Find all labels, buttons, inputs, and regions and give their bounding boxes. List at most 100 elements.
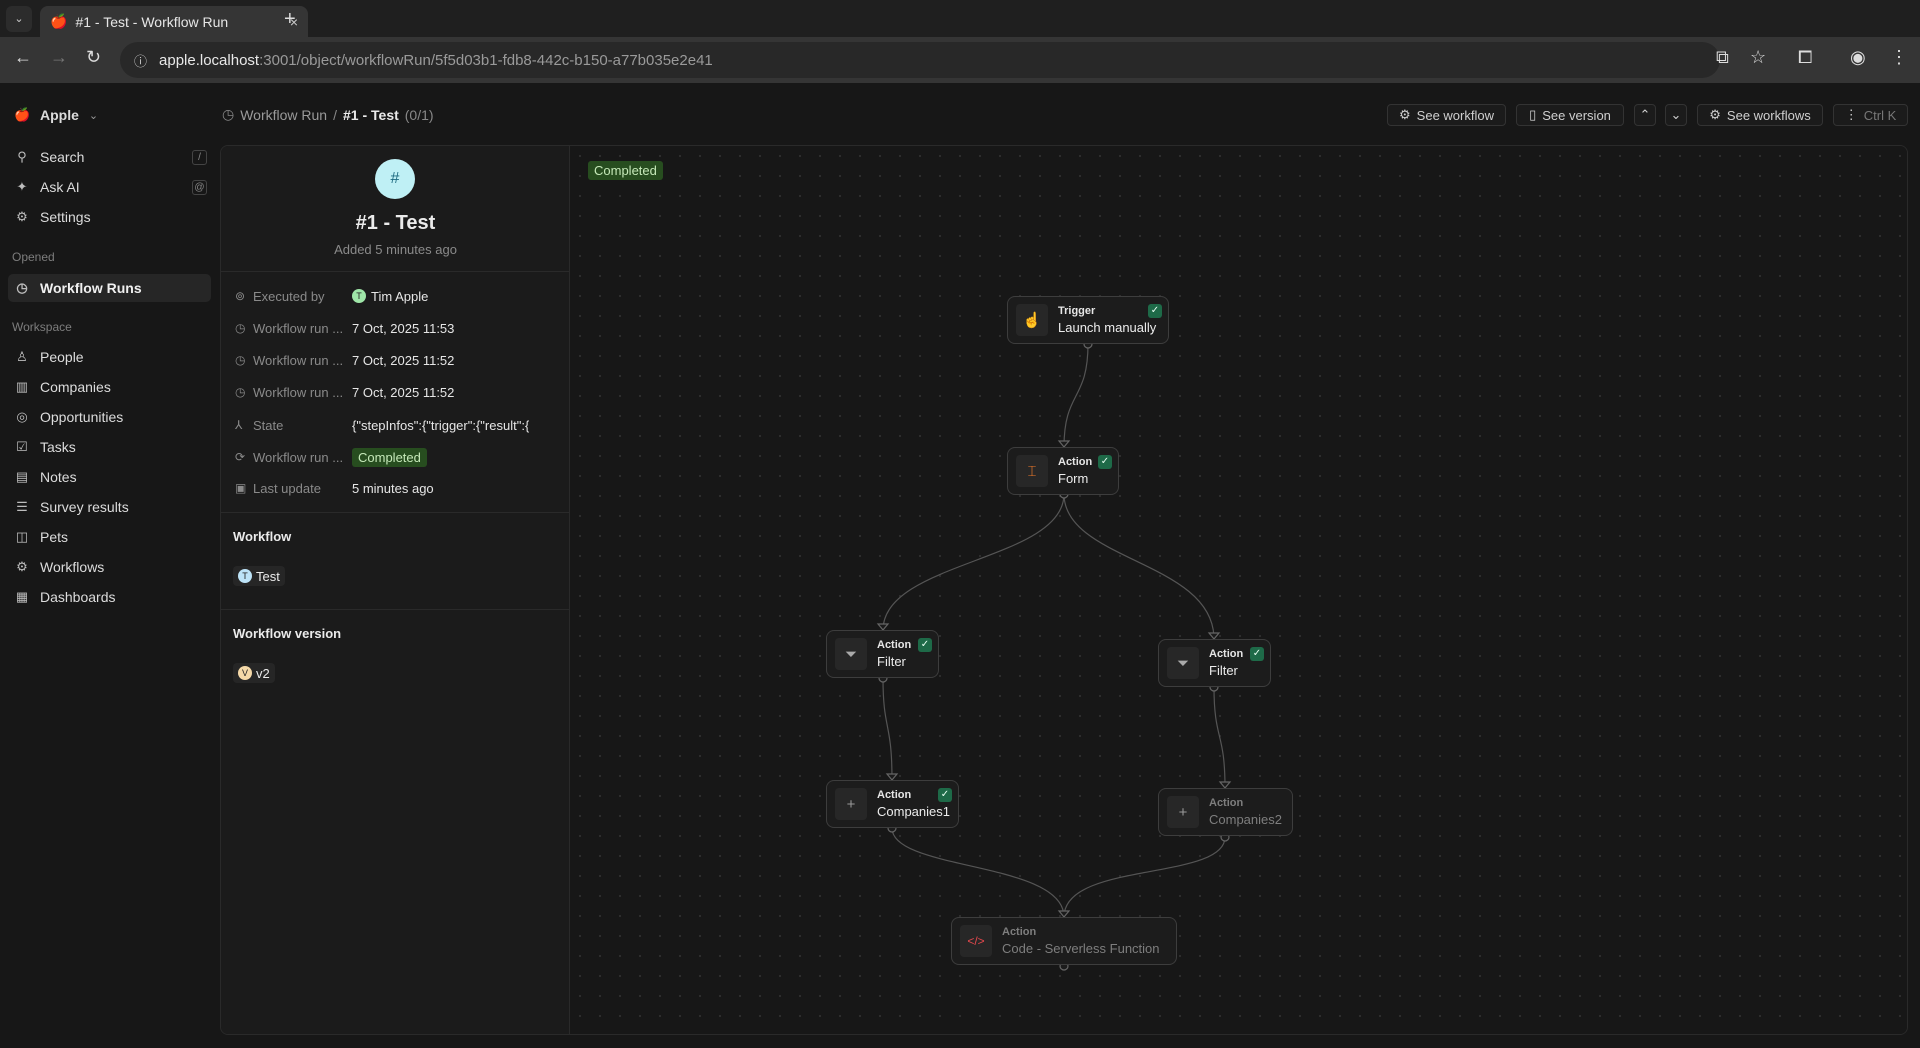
workflow-node-code[interactable]: </> Action Code - Serverless Function: [951, 917, 1177, 965]
history-icon: ◷: [222, 106, 235, 122]
sidebar-item-dashboards[interactable]: ▦ Dashboards: [8, 583, 211, 611]
workflow-node-companies2[interactable]: + Action Companies2: [1158, 788, 1293, 836]
settings-automation-icon: ⚙: [16, 559, 28, 574]
ask-ai-shortcut: @: [192, 179, 207, 195]
sidebar-search[interactable]: ⚲ Search /: [8, 143, 211, 171]
previous-record-button[interactable]: ⌃: [1634, 104, 1656, 126]
workflow-node-filter-2[interactable]: ⏷ Action Filter ✓: [1158, 639, 1271, 687]
node-type: Trigger: [1058, 305, 1096, 317]
workspace-name: Apple: [40, 107, 79, 123]
calendar-clock-icon: ▣: [235, 481, 247, 495]
sidebar-item-workflows[interactable]: ⚙ Workflows: [8, 553, 211, 581]
see-workflows-button[interactable]: ⚙ See workflows: [1697, 104, 1823, 126]
breadcrumb-parent-link[interactable]: Workflow Run: [240, 107, 327, 123]
sidebar-item-pets[interactable]: ◫ Pets: [8, 523, 211, 551]
search-shortcut: /: [192, 149, 207, 165]
sidebar-item-tasks[interactable]: ☑ Tasks: [8, 433, 211, 461]
form-icon: ⌶: [1016, 455, 1048, 487]
field-last-update[interactable]: ▣ Last update 5 minutes ago: [235, 476, 565, 500]
field-value: Tim Apple: [371, 288, 429, 304]
field-value: {"stepInfos":{"trigger":{"result":{: [352, 417, 530, 433]
target-icon: ◎: [16, 409, 28, 424]
sidebar-item-companies[interactable]: ▥ Companies: [8, 373, 211, 401]
browser-tab-bar: ⌄ 🍎 #1 - Test - Workflow Run × +: [0, 0, 1920, 37]
status-badge: Completed: [352, 447, 427, 467]
more-options-button[interactable]: ⋮ Ctrl K: [1833, 104, 1908, 126]
sidebar-item-workflow-runs[interactable]: ◷ Workflow Runs: [8, 274, 211, 302]
sparkles-icon: ✦: [16, 179, 28, 194]
see-version-button[interactable]: ▯ See version: [1516, 104, 1624, 126]
next-record-button[interactable]: ⌄: [1665, 104, 1687, 126]
building-icon: ▥: [15, 379, 29, 394]
workflow-node-trigger[interactable]: ☝ Trigger Launch manually ✓: [1007, 296, 1169, 344]
sidebar-item-label: Pets: [40, 529, 69, 545]
bookmark-star-icon[interactable]: ☆: [1750, 47, 1766, 68]
node-type: Action: [1209, 648, 1244, 660]
browser-tab[interactable]: 🍎 #1 - Test - Workflow Run ×: [40, 6, 308, 37]
url-host: apple.localhost: [159, 51, 260, 69]
settings-automation-icon: ⚙: [1709, 107, 1721, 122]
browser-menu-icon[interactable]: ⋮: [1890, 47, 1908, 68]
breadcrumb-separator: /: [333, 106, 337, 123]
see-workflow-label: See workflow: [1416, 107, 1494, 123]
edge-trigger-form: [1063, 343, 1089, 448]
new-tab-button[interactable]: +: [284, 8, 296, 31]
table-icon: ☰: [16, 499, 28, 514]
tab-list-button[interactable]: ⌄: [6, 6, 32, 32]
sidebar-item-label: Notes: [40, 469, 77, 485]
workflow-edges: [876, 339, 1232, 971]
field-executed-by[interactable]: ⊚ Executed by T Tim Apple: [235, 284, 565, 308]
edge-filter1-companies1: [882, 677, 893, 781]
sidebar-ask-ai-label: Ask AI: [40, 179, 80, 195]
field-value: 7 Oct, 2025 11:52: [352, 384, 455, 400]
sidebar-item-people[interactable]: ♙ People: [8, 343, 211, 371]
url-input[interactable]: ⓘ apple.localhost:3001/object/workflowRu…: [120, 42, 1720, 78]
workflow-node-form[interactable]: ⌶ Action Form ✓: [1007, 447, 1119, 495]
workflow-chip[interactable]: T Test: [233, 566, 285, 586]
divider: [221, 512, 570, 513]
sidebar-item-label: Tasks: [40, 439, 76, 455]
back-icon[interactable]: ←: [14, 47, 32, 68]
hand-click-icon: ☝: [1016, 304, 1048, 336]
sidebar-ask-ai[interactable]: ✦ Ask AI @: [8, 173, 211, 201]
opened-section-label: Opened: [12, 250, 55, 264]
workflow-node-filter-1[interactable]: ⏷ Action Filter ✓: [826, 630, 939, 678]
field-label: Executed by: [253, 288, 325, 304]
node-type: Action: [1058, 456, 1093, 468]
sidebar-item-opportunities[interactable]: ◎ Opportunities: [8, 403, 211, 431]
record-title[interactable]: #1 - Test: [221, 212, 570, 235]
cat-icon: ◫: [15, 529, 29, 544]
workflow-version-chip[interactable]: Vv2: [233, 663, 275, 683]
history-icon: ◷: [235, 321, 246, 335]
workflow-canvas[interactable]: Completed ☝ Trigger Launch manually ✓ ⌶ …: [570, 146, 1907, 1034]
field-workflow-run-started[interactable]: ◷ Workflow run ... 7 Oct, 2025 11:52: [235, 348, 565, 372]
sidebar-item-notes[interactable]: ▤ Notes: [8, 463, 211, 491]
apple-favicon-icon: 🍎: [50, 13, 68, 29]
field-workflow-run-status[interactable]: ⟳ Workflow run ... Completed: [235, 445, 565, 469]
version-avatar: V: [238, 666, 252, 680]
field-state[interactable]: ⅄ State {"stepInfos":{"trigger":{"result":…: [235, 413, 565, 437]
divider: [221, 609, 570, 610]
profile-icon[interactable]: ◉: [1850, 47, 1866, 68]
extensions-icon[interactable]: ⧠: [1798, 47, 1812, 68]
sidebar-item-label: Dashboards: [40, 589, 116, 605]
workspace-switcher[interactable]: 🍎 Apple ⌄: [8, 101, 108, 129]
check-icon: ✓: [918, 638, 932, 652]
sidebar-item-label: Workflow Runs: [40, 280, 142, 296]
reload-icon[interactable]: ↻: [86, 47, 101, 68]
chevron-down-icon: ⌄: [1670, 107, 1682, 122]
field-workflow-run-ended[interactable]: ◷ Workflow run ... 7 Oct, 2025 11:52: [235, 380, 565, 404]
install-app-icon[interactable]: ⧉: [1716, 47, 1729, 68]
sidebar-item-survey-results[interactable]: ☰ Survey results: [8, 493, 211, 521]
workflow-node-companies1[interactable]: + Action Companies1 ✓: [826, 780, 959, 828]
record-details: # #1 - Test Added 5 minutes ago ⊚ Execute…: [221, 146, 570, 1034]
see-workflow-button[interactable]: ⚙ See workflow: [1387, 104, 1506, 126]
forward-icon[interactable]: →: [50, 47, 68, 68]
node-type: Action: [1209, 797, 1244, 809]
sidebar-settings[interactable]: ⚙ Settings: [8, 203, 211, 231]
node-name: Code - Serverless Function: [1002, 941, 1160, 956]
field-workflow-run-created[interactable]: ◷ Workflow run ... 7 Oct, 2025 11:53: [235, 316, 565, 340]
node-name: Filter: [877, 654, 906, 669]
filter-icon: ⏷: [1167, 647, 1199, 679]
site-info-icon[interactable]: ⓘ: [134, 51, 147, 70]
